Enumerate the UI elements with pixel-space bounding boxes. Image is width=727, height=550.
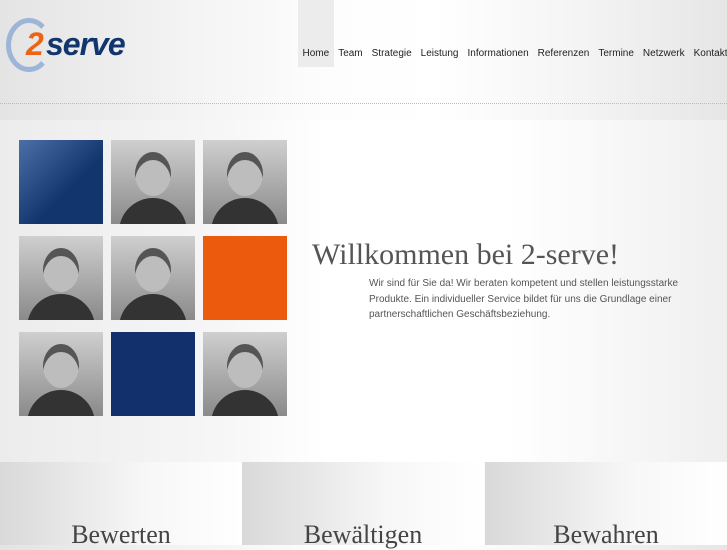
- nav-referenzen[interactable]: Referenzen: [533, 0, 594, 67]
- logo-number: 2: [26, 26, 44, 62]
- nav-kontakt[interactable]: Kontakt: [689, 0, 727, 67]
- main-nav: Home Team Strategie Leistung Information…: [298, 0, 727, 67]
- panel-title: Bewahren: [553, 520, 659, 549]
- nav-termine[interactable]: Termine: [594, 0, 639, 67]
- nav-leistung[interactable]: Leistung: [416, 0, 463, 67]
- nav-home[interactable]: Home: [298, 0, 334, 67]
- panel-title: Bewältigen: [303, 520, 423, 549]
- logo-word: serve: [46, 26, 126, 62]
- panel-bewaeltigen[interactable]: Bewältigen: [242, 462, 484, 549]
- intro-text: Wir sind für Sie da! Wir beraten kompete…: [369, 278, 679, 320]
- panel-title: Bewerten: [71, 520, 171, 549]
- team-tile-grid: [19, 140, 287, 416]
- team-photo: [111, 236, 195, 320]
- team-photo: [111, 140, 195, 224]
- logo[interactable]: 2 serve: [6, 18, 136, 78]
- orange-tile: [203, 236, 287, 320]
- nav-strategie[interactable]: Strategie: [367, 0, 416, 67]
- team-photo: [203, 332, 287, 416]
- blue-tile: [19, 140, 103, 224]
- header-divider: [0, 103, 727, 104]
- panel-bewerten[interactable]: Bewerten: [0, 462, 242, 549]
- nav-informationen[interactable]: Informationen: [463, 0, 533, 67]
- nav-netzwerk[interactable]: Netzwerk: [638, 0, 689, 67]
- page-title: Willkommen bei 2-serve!: [312, 238, 620, 271]
- panel-bewahren[interactable]: Bewahren: [485, 462, 727, 549]
- team-photo: [19, 332, 103, 416]
- header: 2 serve Home Team Strategie Leistung Inf…: [0, 0, 727, 104]
- nav-team[interactable]: Team: [334, 0, 367, 67]
- team-photo: [19, 236, 103, 320]
- navy-tile: [111, 332, 195, 416]
- team-photo: [203, 140, 287, 224]
